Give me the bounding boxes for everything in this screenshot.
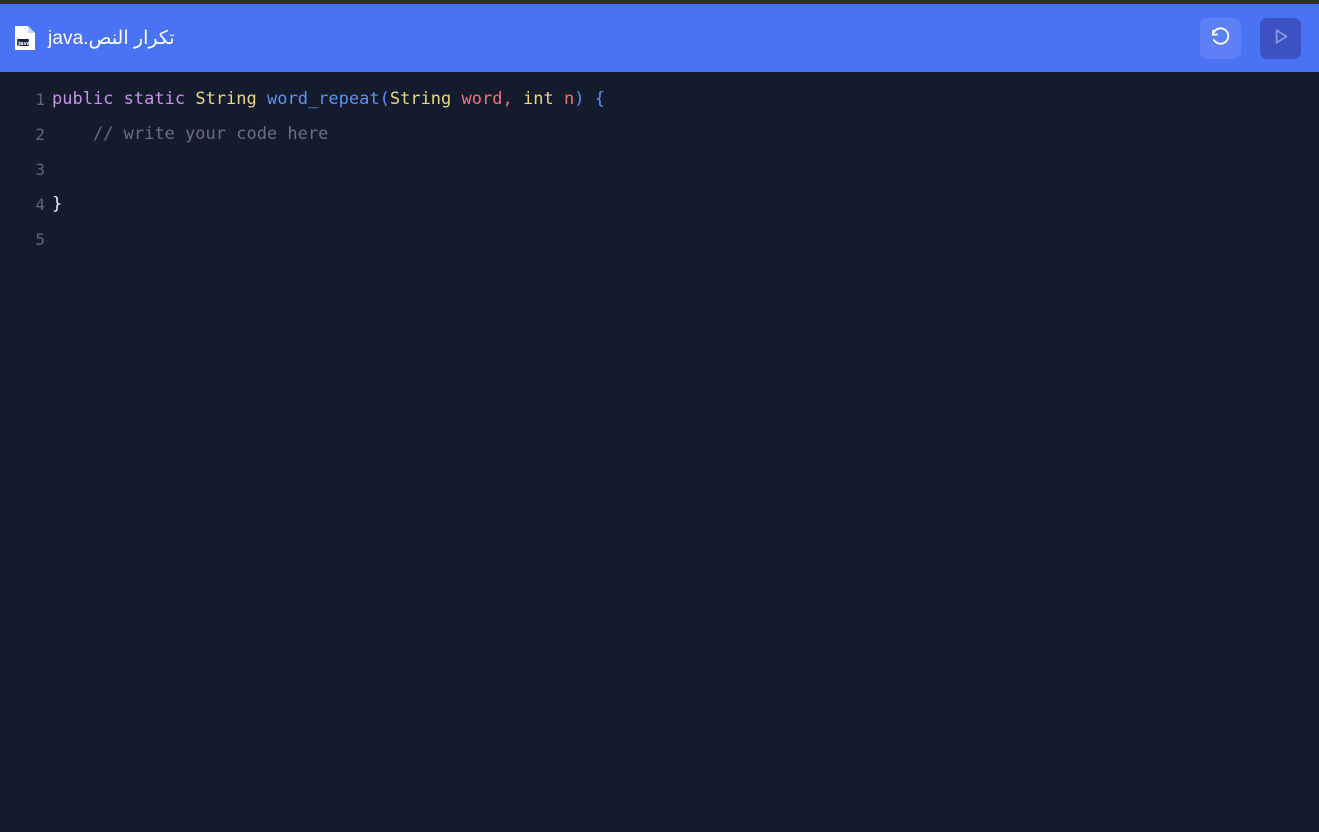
code-line[interactable]: 3 bbox=[0, 152, 1319, 187]
code-line[interactable]: 4} bbox=[0, 187, 1319, 222]
line-number: 3 bbox=[35, 160, 45, 179]
line-content[interactable]: // write your code here bbox=[45, 117, 328, 152]
code-token: static bbox=[123, 89, 186, 109]
reset-button[interactable] bbox=[1200, 17, 1241, 59]
file-title-group: java تكرار النص.java bbox=[14, 25, 175, 51]
editor-header-bar: java تكرار النص.java bbox=[0, 4, 1319, 72]
code-token: word_repeat bbox=[267, 89, 380, 109]
code-token: , bbox=[502, 89, 513, 109]
header-actions bbox=[1200, 17, 1301, 59]
line-content[interactable] bbox=[45, 152, 62, 187]
line-content[interactable]: } bbox=[45, 187, 62, 222]
code-token: ) bbox=[574, 89, 585, 109]
svg-text:java: java bbox=[17, 41, 31, 47]
code-lines-container: 1 public static String word_repeat(String… bbox=[0, 82, 1319, 257]
code-token: int bbox=[522, 89, 554, 109]
code-editor-area[interactable]: 1 public static String word_repeat(String… bbox=[0, 72, 1319, 832]
code-token: String bbox=[195, 89, 257, 109]
code-token: public bbox=[52, 89, 114, 109]
run-button[interactable] bbox=[1260, 17, 1301, 59]
line-number: 5 bbox=[35, 230, 45, 249]
code-editor-window: java تكرار النص.java 1 public static Str… bbox=[0, 0, 1319, 832]
file-name-title: تكرار النص.java bbox=[48, 27, 175, 49]
line-number: 4 bbox=[35, 195, 45, 214]
line-number: 1 bbox=[35, 90, 45, 109]
line-content[interactable]: public static String word_repeat(String … bbox=[45, 82, 605, 117]
line-content[interactable] bbox=[45, 222, 62, 257]
java-file-icon: java bbox=[14, 25, 36, 51]
code-token: { bbox=[594, 89, 605, 109]
code-token: ( bbox=[379, 89, 390, 109]
code-token: word bbox=[461, 89, 503, 109]
play-triangle-icon bbox=[1269, 25, 1292, 51]
reset-counterclockwise-arrow-icon bbox=[1209, 25, 1232, 51]
code-line[interactable]: 5 bbox=[0, 222, 1319, 257]
code-token: } bbox=[52, 194, 63, 214]
code-line[interactable]: 2 // write your code here bbox=[0, 117, 1319, 152]
code-token: n bbox=[563, 89, 575, 109]
line-number: 2 bbox=[35, 125, 45, 144]
code-line[interactable]: 1 public static String word_repeat(String… bbox=[0, 82, 1319, 117]
code-token: // write your code here bbox=[52, 124, 329, 144]
code-token: String bbox=[389, 89, 452, 109]
